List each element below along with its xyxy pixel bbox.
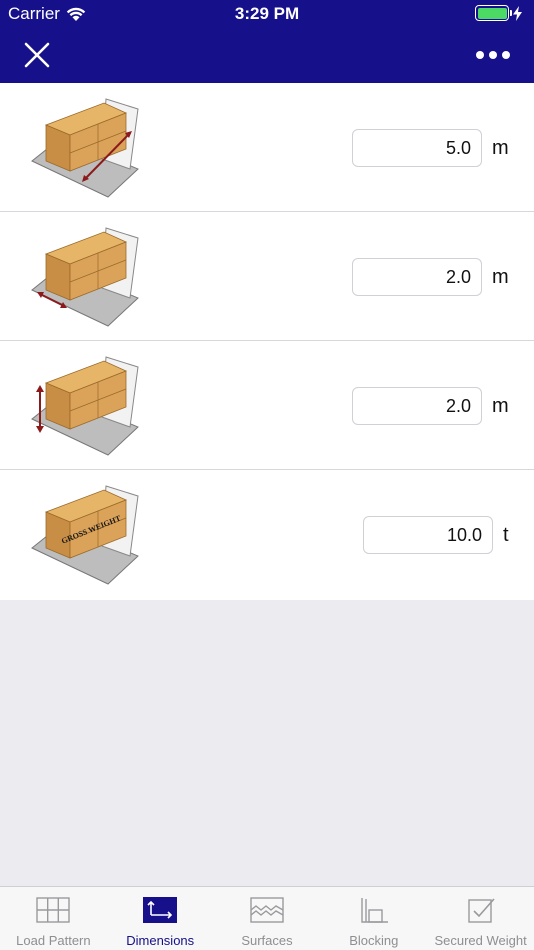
height-input[interactable] <box>352 387 482 425</box>
tab-secured-weight[interactable]: Secured Weight <box>427 887 534 950</box>
top-bar: Carrier 3:29 PM <box>0 0 534 83</box>
tab-bar: Load Pattern Dimensions Surfaces Blockin… <box>0 886 534 950</box>
battery-icon <box>475 5 512 21</box>
length-illustration <box>31 98 139 198</box>
height-row: m <box>0 341 534 470</box>
clock: 3:29 PM <box>234 4 300 23</box>
tab-surfaces[interactable]: Surfaces <box>214 887 321 950</box>
navigation-bar <box>0 28 534 83</box>
width-input[interactable] <box>352 258 482 296</box>
tab-surfaces-label: Surfaces <box>241 933 293 948</box>
close-button[interactable] <box>22 40 52 70</box>
tab-dimensions[interactable]: Dimensions <box>107 887 214 950</box>
width-illustration <box>31 227 139 327</box>
ellipsis-icon <box>476 51 484 59</box>
surfaces-icon <box>250 897 284 923</box>
grid-icon <box>36 897 71 923</box>
tab-dimensions-label: Dimensions <box>126 933 195 948</box>
status-bar: Carrier 3:29 PM <box>0 0 534 28</box>
tab-blocking-label: Blocking <box>349 933 399 948</box>
tab-load-pattern[interactable]: Load Pattern <box>0 887 107 950</box>
tab-blocking[interactable]: Blocking <box>320 887 427 950</box>
gross-weight-illustration: GROSS WEIGHT <box>31 485 139 585</box>
close-icon <box>24 42 50 68</box>
battery-indicator <box>475 5 522 21</box>
secured-weight-icon <box>467 898 495 923</box>
dimensions-list: m m <box>0 83 534 600</box>
gross-weight-input[interactable] <box>363 516 493 554</box>
length-input[interactable] <box>352 129 482 167</box>
dimensions-icon <box>143 897 178 923</box>
more-options-button[interactable] <box>476 42 510 68</box>
tab-secured-weight-label: Secured Weight <box>434 933 527 948</box>
width-row: m <box>0 212 534 341</box>
height-illustration <box>31 356 139 456</box>
charging-bolt-icon <box>513 5 522 21</box>
gross-weight-row: GROSS WEIGHT t <box>0 470 534 599</box>
width-unit: m <box>492 266 509 288</box>
length-row: m <box>0 83 534 212</box>
blocking-icon <box>361 898 388 923</box>
tab-load-pattern-label: Load Pattern <box>16 933 91 948</box>
height-unit: m <box>492 395 509 417</box>
length-unit: m <box>492 137 509 159</box>
gross-weight-unit: t <box>503 524 509 546</box>
